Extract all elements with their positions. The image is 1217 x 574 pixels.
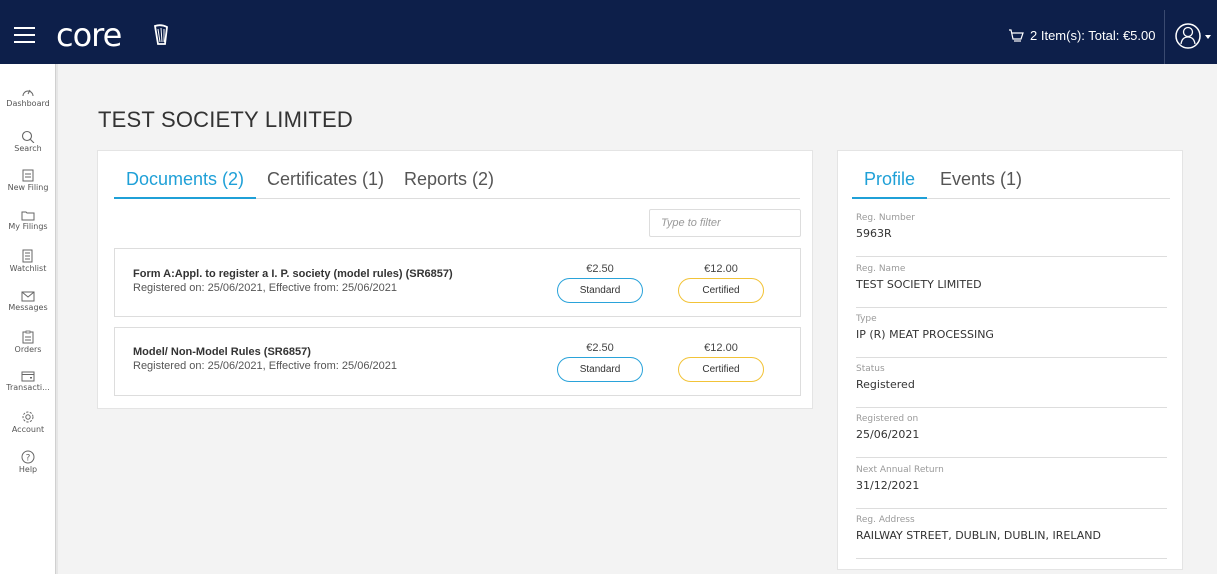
folder-icon	[21, 211, 35, 221]
sidebar-item-label: Orders	[14, 345, 42, 354]
profile-field-type: Type IP (R) MEAT PROCESSING	[856, 314, 1167, 358]
dashboard-icon	[22, 89, 34, 97]
field-label: Registered on	[856, 414, 919, 424]
standard-button[interactable]: Standard	[557, 278, 643, 303]
sidebar-item-label: Dashboard	[6, 99, 50, 108]
standard-price: €2.50	[586, 342, 614, 354]
field-label: Type	[856, 314, 877, 324]
field-value: Registered	[856, 378, 915, 391]
header-divider	[1164, 10, 1165, 64]
sidebar-item-transactions[interactable]: Transacti...	[0, 371, 56, 392]
tab-profile[interactable]: Profile	[852, 167, 928, 199]
top-bar: core 2 Item(s): Total: €5.00	[0, 0, 1217, 64]
certified-button[interactable]: Certified	[678, 278, 764, 303]
wallet-icon	[21, 371, 35, 382]
user-icon	[1175, 23, 1211, 49]
sidebar: Dashboard Search New Filing My Filings W…	[0, 64, 58, 574]
profile-field-next-annual-return: Next Annual Return 31/12/2021	[856, 465, 1167, 509]
field-value: RAILWAY STREET, DUBLIN, DUBLIN, IRELAND	[856, 529, 1101, 542]
certified-price: €12.00	[704, 263, 738, 275]
document-title: Form A:Appl. to register a I. P. society…	[133, 268, 453, 280]
certified-price: €12.00	[704, 342, 738, 354]
sidebar-item-dashboard[interactable]: Dashboard	[0, 86, 56, 108]
profile-field-reg-address: Reg. Address RAILWAY STREET, DUBLIN, DUB…	[856, 515, 1167, 559]
field-label: Reg. Name	[856, 264, 906, 274]
field-value: TEST SOCIETY LIMITED	[856, 278, 982, 291]
sidebar-item-search[interactable]: Search	[0, 130, 56, 153]
field-value: IP (R) MEAT PROCESSING	[856, 328, 994, 341]
filter-input[interactable]	[649, 209, 801, 237]
field-value: 25/06/2021	[856, 428, 920, 441]
sidebar-item-label: Watchlist	[9, 264, 47, 273]
menu-icon[interactable]	[14, 27, 35, 43]
watchlist-icon	[22, 249, 33, 263]
sidebar-item-new-filing[interactable]: New Filing	[0, 169, 56, 192]
tab-events[interactable]: Events (1)	[928, 167, 1034, 199]
profile-card: Profile Events (1) Reg. Number 5963R Reg…	[837, 150, 1183, 570]
clipboard-icon	[22, 330, 34, 344]
sidebar-item-label: My Filings	[8, 222, 48, 231]
page-title: TEST SOCIETY LIMITED	[98, 107, 354, 132]
profile-tabs: Profile Events (1)	[852, 167, 1170, 199]
user-menu-button[interactable]	[1174, 21, 1214, 51]
document-row: Form A:Appl. to register a I. P. society…	[114, 248, 801, 317]
cart-icon	[1009, 28, 1024, 42]
field-label: Reg. Address	[856, 515, 915, 525]
certified-button[interactable]: Certified	[678, 357, 764, 382]
profile-field-reg-number: Reg. Number 5963R	[856, 213, 1167, 257]
sidebar-item-label: Messages	[8, 303, 48, 312]
profile-field-registered-on: Registered on 25/06/2021	[856, 414, 1167, 458]
field-value: 31/12/2021	[856, 479, 920, 492]
field-label: Next Annual Return	[856, 465, 944, 475]
harp-icon	[153, 24, 168, 45]
envelope-icon	[21, 291, 35, 302]
new-filing-icon	[22, 169, 34, 182]
document-dates: Registered on: 25/06/2021, Effective fro…	[133, 360, 397, 372]
cart-summary: 2 Item(s): Total: €5.00	[1030, 28, 1156, 43]
tab-documents[interactable]: Documents (2)	[114, 167, 257, 199]
gear-icon	[22, 411, 34, 423]
field-label: Status	[856, 364, 885, 374]
svg-text:?: ?	[26, 454, 31, 464]
sidebar-item-label: Transacti...	[6, 383, 50, 392]
logo[interactable]: core	[56, 18, 122, 52]
cart-button[interactable]: 2 Item(s): Total: €5.00	[1008, 28, 1156, 43]
help-icon: ?	[21, 450, 35, 464]
profile-field-status: Status Registered	[856, 364, 1167, 408]
sidebar-item-label: Search	[14, 144, 42, 153]
sidebar-item-my-filings[interactable]: My Filings	[0, 210, 56, 231]
profile-field-reg-name: Reg. Name TEST SOCIETY LIMITED	[856, 264, 1167, 308]
standard-price: €2.50	[586, 263, 614, 275]
sidebar-item-label: New Filing	[7, 183, 49, 192]
tab-reports[interactable]: Reports (2)	[392, 167, 506, 199]
documents-card: Documents (2) Certificates (1) Reports (…	[97, 150, 813, 409]
document-title: Model/ Non-Model Rules (SR6857)	[133, 346, 311, 358]
sidebar-item-label: Account	[11, 425, 45, 434]
search-icon	[21, 130, 35, 143]
sidebar-item-account[interactable]: Account	[0, 410, 56, 434]
standard-button[interactable]: Standard	[557, 357, 643, 382]
sidebar-item-label: Help	[18, 465, 38, 474]
documents-tabs: Documents (2) Certificates (1) Reports (…	[114, 167, 800, 199]
document-dates: Registered on: 25/06/2021, Effective fro…	[133, 282, 397, 294]
sidebar-item-watchlist[interactable]: Watchlist	[0, 249, 56, 273]
field-label: Reg. Number	[856, 213, 915, 223]
sidebar-item-help[interactable]: ? Help	[0, 450, 56, 474]
document-row: Model/ Non-Model Rules (SR6857) Register…	[114, 327, 801, 396]
field-value: 5963R	[856, 227, 892, 240]
sidebar-item-orders[interactable]: Orders	[0, 330, 56, 354]
tab-certificates[interactable]: Certificates (1)	[255, 167, 396, 199]
sidebar-item-messages[interactable]: Messages	[0, 291, 56, 312]
